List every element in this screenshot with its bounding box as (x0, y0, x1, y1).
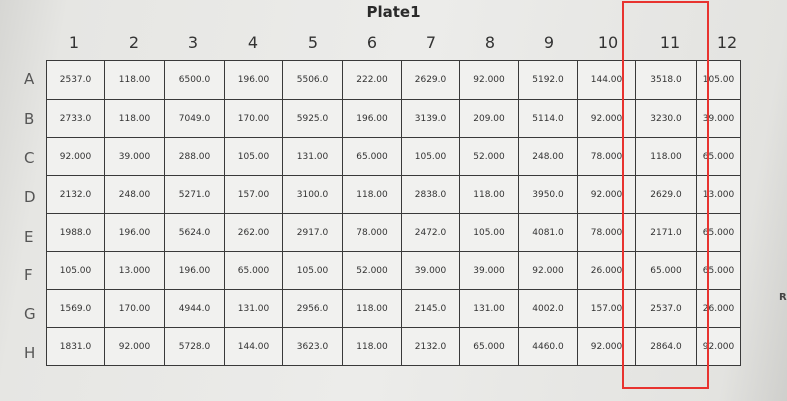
well-cell: 7049.0 (164, 99, 225, 138)
well-cell: 2733.0 (46, 99, 105, 138)
well-cell: 2956.0 (282, 289, 343, 328)
column-header-2: 2 (128, 33, 140, 52)
well-cell: 2132.0 (46, 175, 105, 214)
well-cell: 196.00 (104, 213, 165, 252)
column-header-1: 1 (68, 33, 80, 52)
well-cell: 2537.0 (46, 60, 105, 100)
well-cell: 262.00 (224, 213, 283, 252)
column-header-10: 10 (597, 33, 619, 52)
column-header-7: 7 (425, 33, 437, 52)
well-cell: 92.000 (518, 251, 578, 290)
well-cell: 52.000 (459, 137, 519, 176)
column-header-3: 3 (187, 33, 199, 52)
well-cell: 222.00 (342, 60, 402, 100)
well-cell: 2132.0 (401, 327, 460, 366)
well-cell: 1831.0 (46, 327, 105, 366)
well-cell: 2838.0 (401, 175, 460, 214)
well-cell: 196.00 (224, 60, 283, 100)
well-cell: 157.00 (224, 175, 283, 214)
well-cell: 2145.0 (401, 289, 460, 328)
well-cell: 39.000 (104, 137, 165, 176)
well-cell: 2917.0 (282, 213, 343, 252)
well-cell: 196.00 (164, 251, 225, 290)
well-cell: 5506.0 (282, 60, 343, 100)
row-header-g: G (24, 305, 36, 323)
row-header-b: B (24, 110, 35, 128)
well-cell: 5624.0 (164, 213, 225, 252)
well-cell: 118.00 (104, 99, 165, 138)
well-cell: 5114.0 (518, 99, 578, 138)
row-header-e: E (24, 228, 34, 246)
well-cell: 4002.0 (518, 289, 578, 328)
well-cell: 3139.0 (401, 99, 460, 138)
well-cell: 288.00 (164, 137, 225, 176)
well-cell: 3100.0 (282, 175, 343, 214)
well-cell: 65.000 (342, 137, 402, 176)
well-cell: 92.000 (459, 60, 519, 100)
column-header-4: 4 (247, 33, 259, 52)
well-cell: 170.00 (104, 289, 165, 328)
well-cell: 5728.0 (164, 327, 225, 366)
well-cell: 131.00 (459, 289, 519, 328)
well-cell: 4081.0 (518, 213, 578, 252)
well-cell: 92.000 (46, 137, 105, 176)
well-cell: 105.00 (459, 213, 519, 252)
well-cell: 1988.0 (46, 213, 105, 252)
column-header-8: 8 (484, 33, 496, 52)
well-cell: 2629.0 (401, 60, 460, 100)
well-cell: 118.00 (342, 327, 402, 366)
well-cell: 118.00 (459, 175, 519, 214)
well-cell: 2472.0 (401, 213, 460, 252)
well-cell: 1569.0 (46, 289, 105, 328)
well-cell: 3950.0 (518, 175, 578, 214)
well-cell: 52.000 (342, 251, 402, 290)
well-cell: 13.000 (104, 251, 165, 290)
well-cell: 105.00 (46, 251, 105, 290)
row-header-a: A (24, 70, 35, 88)
well-cell: 6500.0 (164, 60, 225, 100)
column-header-5: 5 (307, 33, 319, 52)
well-cell: 105.00 (282, 251, 343, 290)
well-cell: 65.000 (459, 327, 519, 366)
well-cell: 248.00 (518, 137, 578, 176)
row-header-c: C (24, 149, 35, 167)
well-cell: 131.00 (282, 137, 343, 176)
row-header-h: H (24, 344, 36, 362)
well-cell: 39.000 (459, 251, 519, 290)
well-cell: 248.00 (104, 175, 165, 214)
well-cell: 92.000 (104, 327, 165, 366)
well-cell: 5192.0 (518, 60, 578, 100)
well-cell: 118.00 (104, 60, 165, 100)
well-cell: 4944.0 (164, 289, 225, 328)
column-header-9: 9 (543, 33, 555, 52)
well-cell: 131.00 (224, 289, 283, 328)
well-cell: 118.00 (342, 289, 402, 328)
row-header-f: F (24, 266, 33, 284)
well-cell: 65.000 (224, 251, 283, 290)
well-cell: 3623.0 (282, 327, 343, 366)
edge-text: R (779, 292, 787, 303)
well-cell: 5925.0 (282, 99, 343, 138)
well-cell: 118.00 (342, 175, 402, 214)
well-cell: 4460.0 (518, 327, 578, 366)
well-cell: 78.000 (342, 213, 402, 252)
column-11-highlight-box (622, 1, 709, 389)
well-cell: 170.00 (224, 99, 283, 138)
column-header-12: 12 (716, 33, 738, 52)
well-cell: 209.00 (459, 99, 519, 138)
column-header-6: 6 (366, 33, 378, 52)
well-cell: 39.000 (401, 251, 460, 290)
well-cell: 196.00 (342, 99, 402, 138)
well-cell: 5271.0 (164, 175, 225, 214)
well-cell: 105.00 (401, 137, 460, 176)
row-header-d: D (24, 188, 36, 206)
screen-background: Plate1 1 2 3 4 5 6 7 8 9 10 11 12 A B C … (0, 0, 787, 401)
well-cell: 105.00 (224, 137, 283, 176)
well-cell: 144.00 (224, 327, 283, 366)
